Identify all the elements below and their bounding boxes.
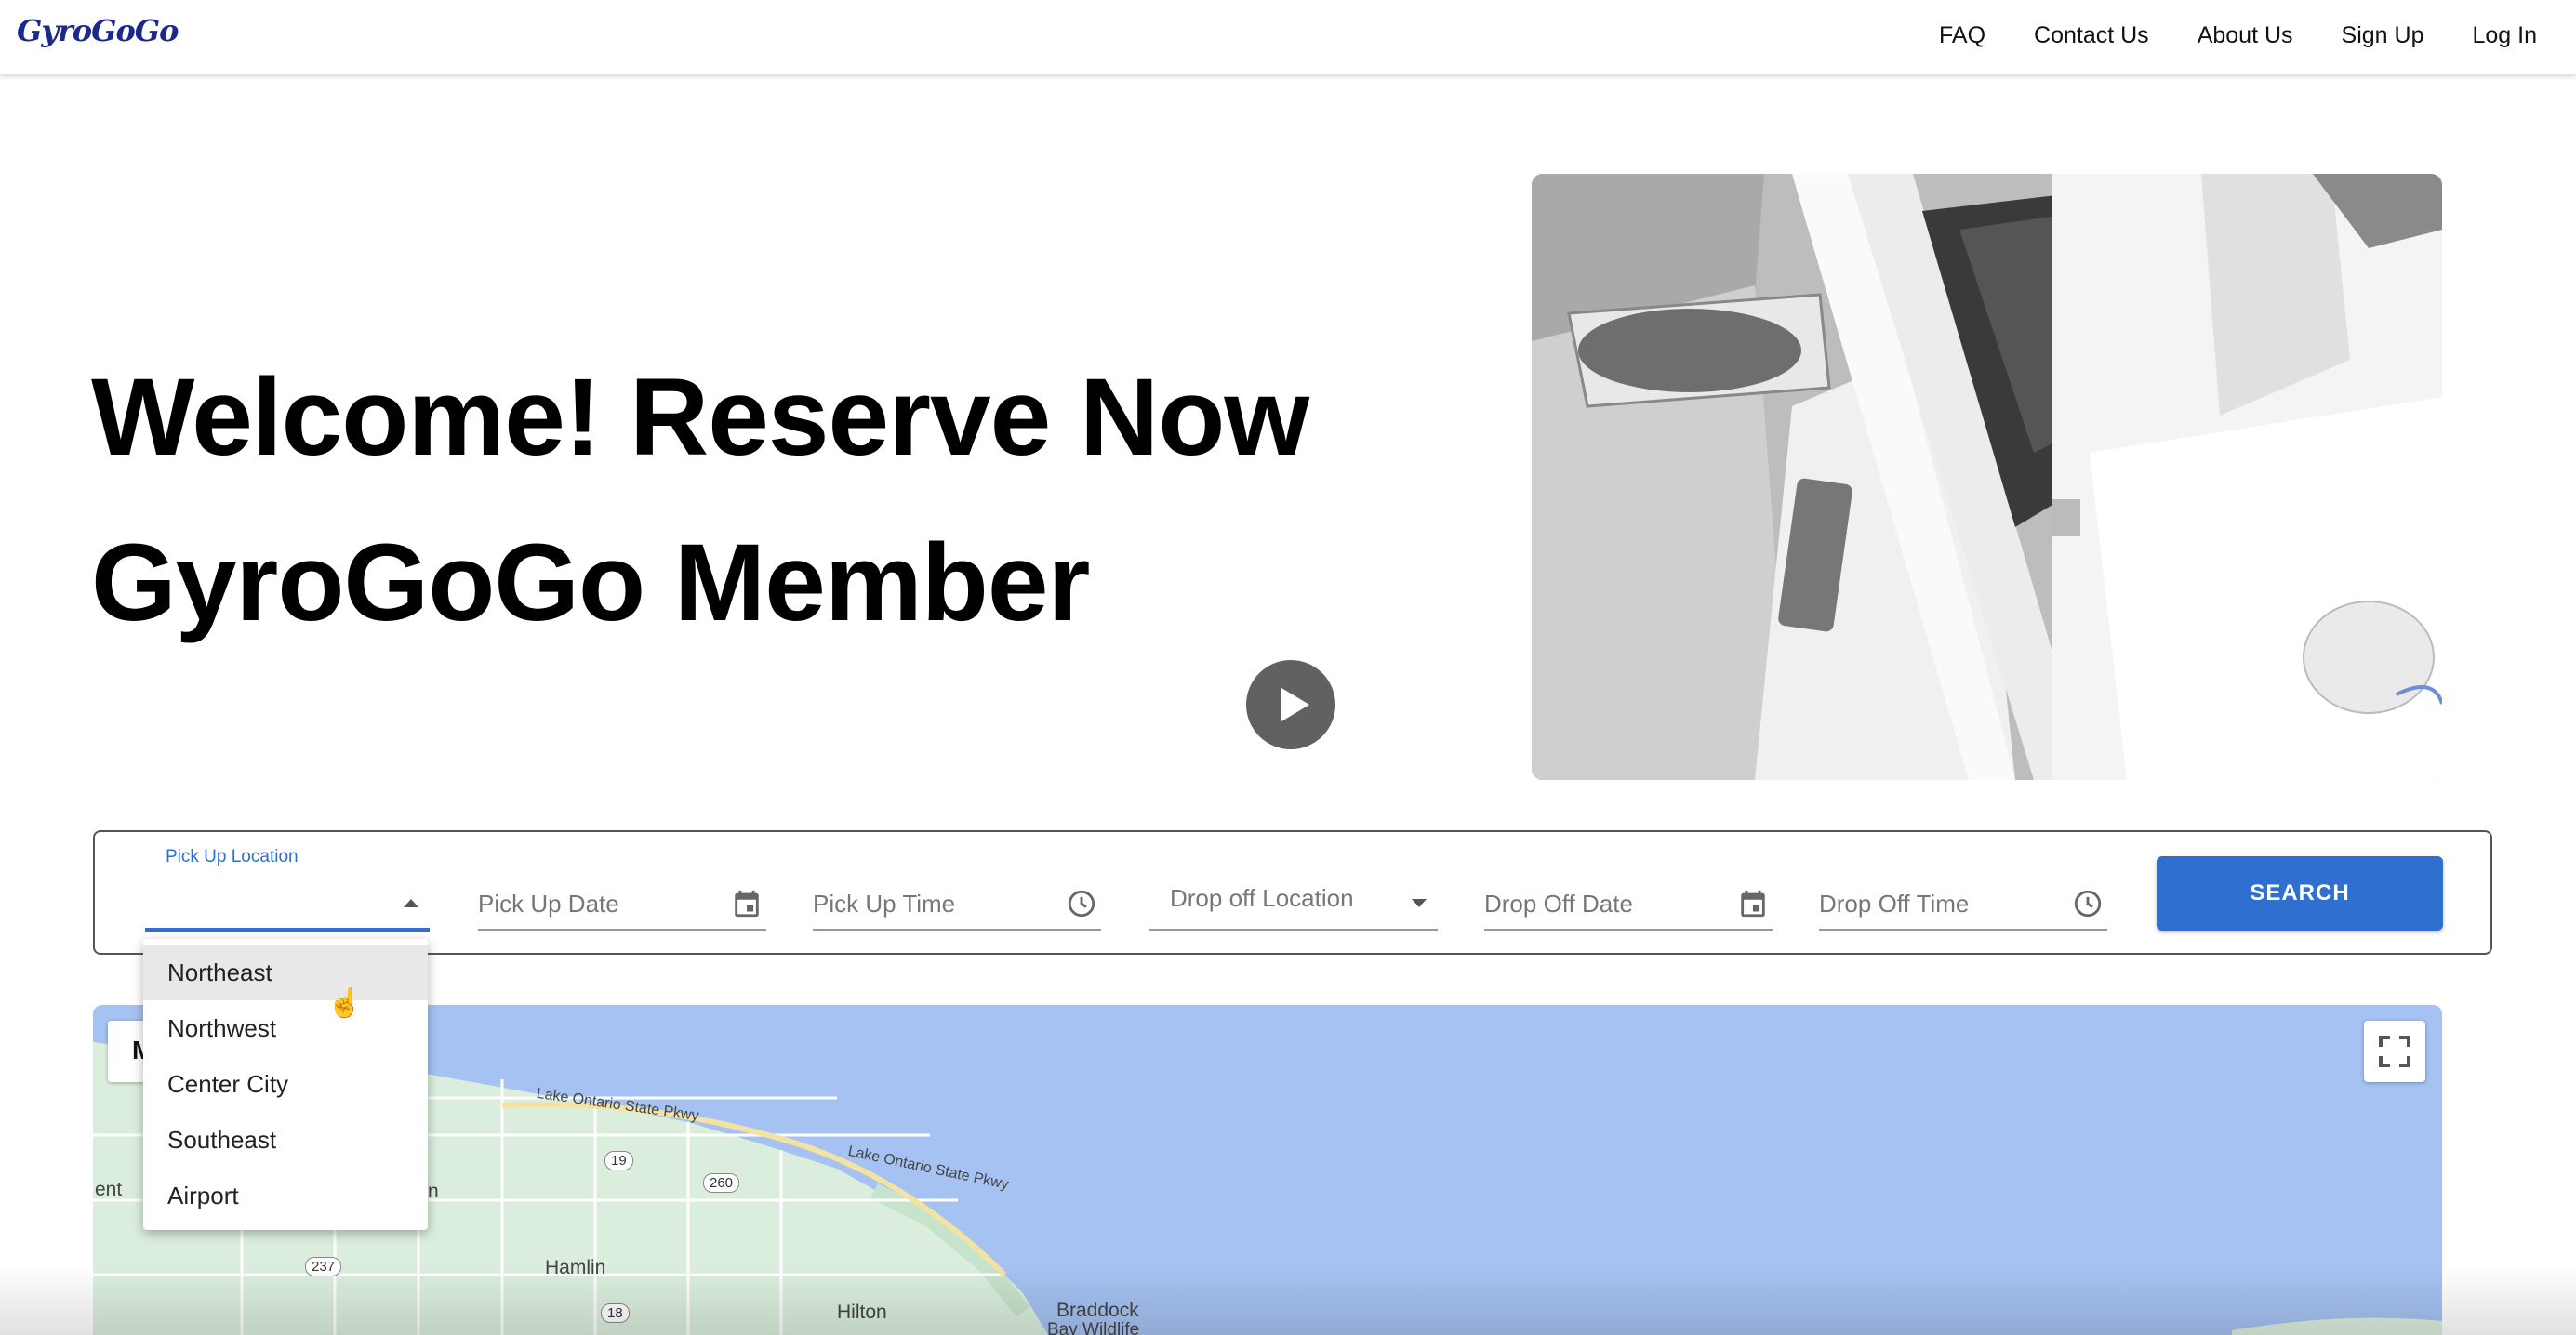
map-label-place: Bay Wildlife	[1047, 1320, 1140, 1335]
top-navigation-bar: GyroGoGo FAQ Contact Us About Us Sign Up…	[0, 0, 2576, 74]
reservation-search-bar: Pick Up Location Pick Up Date Pick Up Ti…	[93, 830, 2492, 955]
field-underline	[1484, 929, 1773, 931]
route-badge: 260	[703, 1173, 740, 1193]
dropoff-location-select[interactable]: Drop off Location	[1149, 832, 1438, 957]
map-label-town: Hilton	[837, 1302, 887, 1323]
option-center-city[interactable]: Center City	[143, 1056, 428, 1112]
hero-title-line-2: GyroGoGo Member	[91, 522, 1090, 644]
field-underline	[145, 928, 430, 932]
nav-links: FAQ Contact Us About Us Sign Up Log In	[1891, 19, 2537, 52]
clock-icon[interactable]	[1066, 888, 1097, 919]
nav-about-us[interactable]: About Us	[2198, 19, 2293, 52]
hand-cursor-icon: ☝	[327, 988, 363, 1019]
option-airport[interactable]: Airport	[143, 1168, 428, 1223]
pickup-location-dropdown-menu: Northeast Northwest Center City Southeas…	[143, 939, 428, 1230]
calendar-icon[interactable]	[731, 888, 763, 919]
pickup-time-placeholder: Pick Up Time	[813, 890, 956, 918]
pickup-location-label: Pick Up Location	[166, 847, 299, 866]
dropoff-location-placeholder: Drop off Location	[1170, 884, 1354, 912]
field-underline	[1149, 929, 1438, 931]
video-play-button[interactable]	[1246, 660, 1335, 749]
dropoff-date-placeholder: Drop Off Date	[1484, 890, 1633, 918]
calendar-icon[interactable]	[1737, 888, 1769, 919]
caret-down-icon	[1412, 899, 1427, 907]
search-button[interactable]: SEARCH	[2157, 856, 2443, 931]
map-label-edge: ent	[95, 1179, 123, 1200]
nav-faq[interactable]: FAQ	[1939, 19, 1985, 52]
clock-icon[interactable]	[2072, 888, 2104, 919]
option-northwest[interactable]: Northwest	[143, 1000, 428, 1056]
nav-sign-up[interactable]: Sign Up	[2342, 19, 2424, 52]
dropoff-date-field[interactable]: Drop Off Date	[1484, 832, 1773, 957]
route-badge: 19	[604, 1151, 633, 1170]
pickup-date-placeholder: Pick Up Date	[478, 890, 619, 918]
option-southeast[interactable]: Southeast	[143, 1112, 428, 1168]
field-underline	[478, 929, 766, 931]
hero-car-interior-image	[1532, 174, 2442, 780]
hero-title: Welcome! Reserve Now GyroGoGo Member	[91, 335, 1309, 666]
dropoff-time-placeholder: Drop Off Time	[1819, 890, 1970, 918]
map-view[interactable]	[93, 1005, 2442, 1335]
pickup-location-select[interactable]: Pick Up Location	[145, 832, 430, 957]
dropoff-time-field[interactable]: Drop Off Time	[1819, 832, 2107, 957]
map-label-town: Hamlin	[545, 1257, 606, 1278]
fullscreen-icon[interactable]	[2364, 1021, 2425, 1082]
caret-up-icon	[404, 899, 418, 907]
map-label-place: Braddock	[1056, 1300, 1139, 1321]
pickup-time-field[interactable]: Pick Up Time	[813, 832, 1101, 957]
route-badge: 237	[305, 1257, 342, 1276]
nav-contact-us[interactable]: Contact Us	[2034, 19, 2149, 52]
option-northeast[interactable]: Northeast	[143, 945, 428, 1000]
field-underline	[1819, 929, 2107, 931]
gyrogogo-logo[interactable]: GyroGoGo	[17, 13, 179, 48]
nav-log-in[interactable]: Log In	[2472, 19, 2537, 52]
route-badge: 18	[601, 1303, 630, 1323]
map-label-edge: n	[428, 1181, 439, 1202]
pickup-date-field[interactable]: Pick Up Date	[478, 832, 766, 957]
hero-title-line-1: Welcome! Reserve Now	[91, 356, 1309, 479]
field-underline	[813, 929, 1101, 931]
